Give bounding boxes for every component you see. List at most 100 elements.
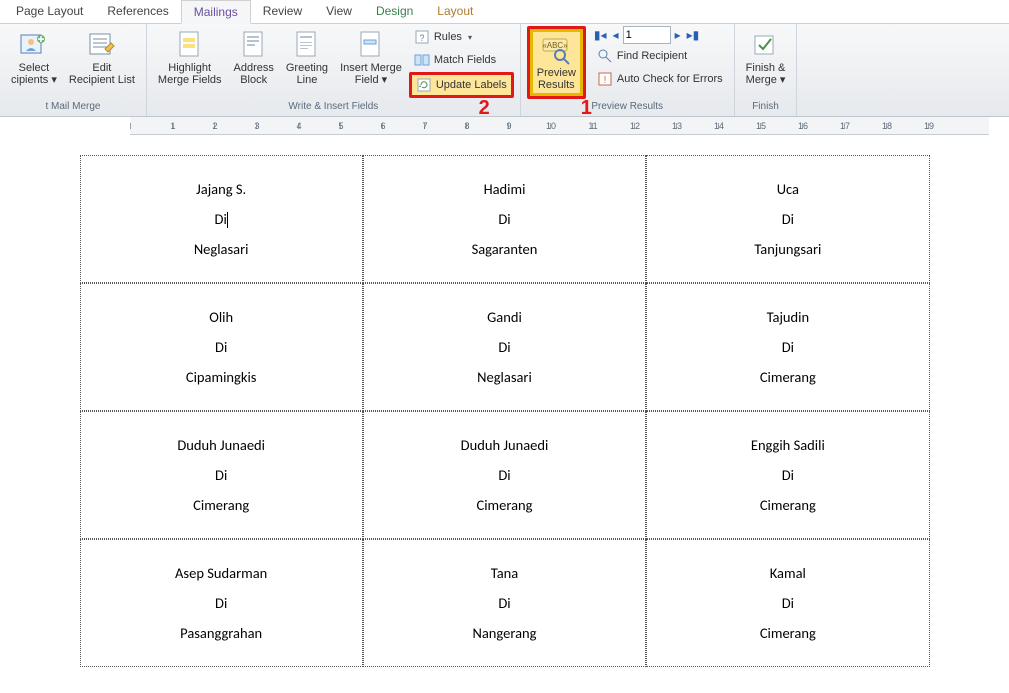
auto-check-icon: !: [597, 71, 613, 87]
next-record-button[interactable]: ▸: [673, 28, 683, 42]
update-labels-icon: [416, 77, 432, 93]
people-icon: ✚: [18, 29, 50, 61]
highlight-merge-fields-button[interactable]: Highlight Merge Fields: [153, 26, 227, 89]
group-start-mail-merge: ✚ Select cipients ▾ Edit Recipient List …: [0, 24, 147, 116]
di-text: Di: [215, 594, 227, 612]
di-text: Di: [215, 338, 227, 356]
di-text: Di: [498, 594, 510, 612]
label-cell[interactable]: Duduh JunaediDiCimerang: [80, 411, 363, 539]
finish-merge-button[interactable]: Finish & Merge ▾: [741, 26, 791, 89]
auto-check-errors-button[interactable]: ! Auto Check for Errors: [592, 68, 728, 90]
label-cell[interactable]: Kamal Di Cimerang: [646, 539, 929, 667]
label-cell[interactable]: Hadimi Di Sagaranten: [363, 155, 646, 283]
group-label-start-mail-merge: t Mail Merge: [45, 99, 100, 114]
prev-record-button[interactable]: ◂: [611, 28, 621, 42]
svg-text:✚: ✚: [38, 35, 45, 44]
tab-review[interactable]: Review: [251, 0, 314, 23]
tab-mailings[interactable]: Mailings: [181, 0, 251, 24]
record-number-input[interactable]: [623, 26, 671, 44]
label-cell[interactable]: Jajang S. Di Neglasari: [80, 155, 363, 283]
match-fields-button[interactable]: Match Fields: [409, 49, 514, 71]
address-block-button[interactable]: Address Block: [229, 26, 279, 89]
insert-merge-field-button[interactable]: Insert Merge Field ▾: [335, 26, 407, 89]
svg-text:!: !: [604, 75, 607, 86]
di-text: Di: [782, 466, 794, 484]
label-cell[interactable]: Olih Di Cipamingkis: [80, 283, 363, 411]
ribbon-tab-strip: Page Layout References Mailings Review V…: [0, 0, 1009, 24]
location-text: Pasanggrahan: [180, 624, 262, 642]
greeting-line-button[interactable]: Greeting Line: [281, 26, 333, 89]
recipient-name: Jajang S.: [196, 180, 246, 198]
edit-recipient-list-label: Edit Recipient List: [69, 62, 135, 86]
finish-merge-icon: [750, 29, 782, 61]
di-text: Di: [498, 338, 510, 356]
group-write-insert-fields: Highlight Merge Fields Address Block Gre…: [147, 24, 521, 116]
tab-references[interactable]: References: [95, 0, 180, 23]
tab-page-layout[interactable]: Page Layout: [4, 0, 95, 23]
ribbon-body: ✚ Select cipients ▾ Edit Recipient List …: [0, 24, 1009, 117]
tab-view[interactable]: View: [314, 0, 364, 23]
location-text: Nangerang: [472, 624, 536, 642]
rules-icon: ?: [414, 29, 430, 45]
label-grid: Jajang S. Di Neglasari Hadimi Di Sagaranten Uc…: [80, 155, 930, 667]
location-text: Tanjungsari: [754, 240, 821, 258]
preview-results-button[interactable]: «ABC» Preview Results: [527, 26, 586, 99]
label-cell[interactable]: Uca Di Tanjungsari: [646, 155, 929, 283]
find-recipient-button[interactable]: Find Recipient: [592, 45, 728, 67]
recipient-name: Kamal: [770, 564, 806, 582]
svg-text:«ABC»: «ABC»: [543, 41, 569, 50]
chevron-down-icon: ▾: [468, 33, 472, 42]
record-navigation: ▮◂ ◂ ▸ ▸▮: [592, 26, 728, 44]
di-text: Di: [782, 338, 794, 356]
di-text: Di: [498, 210, 510, 228]
location-text: Neglasari: [477, 368, 532, 386]
label-cell[interactable]: Enggih Sadili Di Cimerang: [646, 411, 929, 539]
insert-merge-field-icon: [355, 29, 387, 61]
match-fields-icon: [414, 52, 430, 68]
recipient-name: Gandi: [487, 308, 522, 326]
location-text: Cimerang: [760, 624, 816, 642]
group-finish: Finish & Merge ▾ Finish: [735, 24, 798, 116]
label-cell[interactable]: Tana Di Nangerang: [363, 539, 646, 667]
text-cursor: [227, 212, 228, 228]
di-text: Di: [215, 210, 228, 229]
location-text: Cimerang: [476, 496, 532, 514]
di-text: Di: [782, 210, 794, 228]
tab-layout[interactable]: Layout: [425, 0, 485, 23]
group-label-write-insert: Write & Insert Fields: [288, 99, 378, 114]
location-text: Cimerang: [760, 496, 816, 514]
page: Jajang S. Di Neglasari Hadimi Di Sagaranten Uc…: [80, 155, 930, 667]
highlight-icon: [174, 29, 206, 61]
tab-design[interactable]: Design: [364, 0, 425, 23]
edit-list-icon: [86, 29, 118, 61]
rules-button[interactable]: ? Rules ▾: [409, 26, 514, 48]
first-record-button[interactable]: ▮◂: [592, 28, 609, 42]
find-recipient-icon: [597, 48, 613, 64]
location-text: Cimerang: [760, 368, 816, 386]
recipient-name: Olih: [209, 308, 233, 326]
recipient-name: Duduh Junaedi: [177, 436, 265, 454]
group-label-finish: Finish: [752, 99, 779, 114]
last-record-button[interactable]: ▸▮: [685, 28, 702, 42]
di-text: Di: [782, 594, 794, 612]
label-cell[interactable]: TajudinDiCimerang: [646, 283, 929, 411]
select-recipients-button[interactable]: ✚ Select cipients ▾: [6, 26, 62, 89]
recipient-name: Hadimi: [484, 180, 526, 198]
horizontal-ruler[interactable]: 12345678910111213141516171819: [130, 117, 989, 135]
preview-results-icon: «ABC»: [540, 34, 572, 66]
group-preview-results: «ABC» Preview Results ▮◂ ◂ ▸ ▸▮ Find Rec…: [521, 24, 735, 116]
location-text: Neglasari: [194, 240, 249, 258]
location-text: Cipamingkis: [186, 368, 257, 386]
address-block-icon: [238, 29, 270, 61]
recipient-name: Tana: [491, 564, 518, 582]
label-cell[interactable]: Gandi Di Neglasari: [363, 283, 646, 411]
label-cell[interactable]: Duduh JunaediDiCimerang: [363, 411, 646, 539]
edit-recipient-list-button[interactable]: Edit Recipient List: [64, 26, 140, 89]
update-labels-button[interactable]: Update Labels: [409, 72, 514, 98]
recipient-name: Duduh Junaedi: [461, 436, 549, 454]
location-text: Sagaranten: [472, 240, 538, 258]
recipient-name: Uca: [777, 180, 799, 198]
recipient-name: Enggih Sadili: [751, 436, 825, 454]
label-cell[interactable]: Asep Sudarman Di Pasanggrahan: [80, 539, 363, 667]
recipient-name: Asep Sudarman: [175, 564, 267, 582]
